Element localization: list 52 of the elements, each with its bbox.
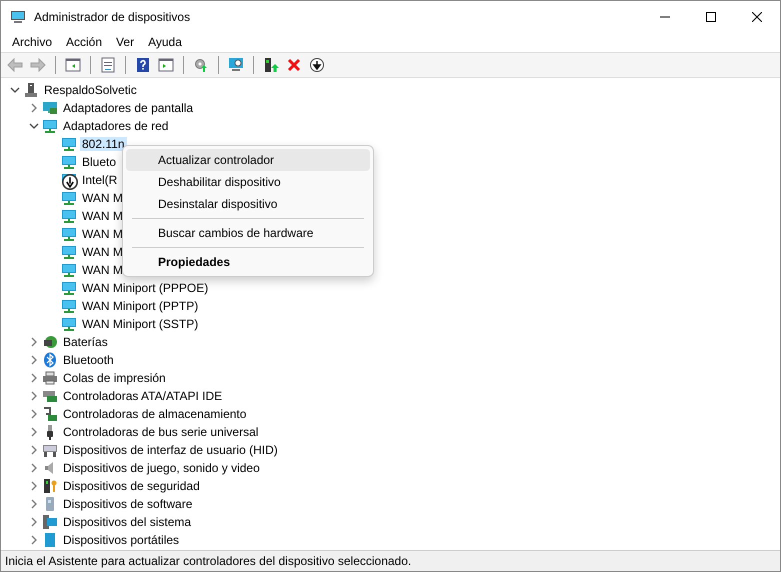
window-title: Administrador de dispositivos <box>34 10 192 24</box>
tree-item[interactable]: WAN M <box>80 191 125 205</box>
tree-item[interactable]: WAN Miniport (PPPOE) <box>80 281 210 295</box>
menu-item[interactable]: Propiedades <box>126 251 370 273</box>
tree-item[interactable]: Adaptadores de pantalla <box>61 101 196 115</box>
device-icon <box>42 352 58 368</box>
device-icon <box>42 406 58 422</box>
tree-item[interactable]: WAN M <box>80 245 125 259</box>
status-text: Inicia el Asistente para actualizar controladores del dispositivo seleccionado. <box>5 554 412 568</box>
tree-item[interactable]: Bluetooth <box>61 353 116 367</box>
app-icon <box>10 8 26 24</box>
tree-item[interactable]: Adaptadores de red <box>61 119 170 133</box>
menu-item[interactable]: Acción <box>59 35 110 49</box>
close-icon[interactable] <box>752 12 762 22</box>
device-icon <box>42 118 58 134</box>
tree-item[interactable]: Controladoras de bus serie universal <box>61 425 260 439</box>
tree-item[interactable]: WAN M <box>80 209 125 223</box>
menu-item[interactable]: Actualizar controlador <box>126 149 370 171</box>
device-icon <box>42 478 58 494</box>
tree-item[interactable]: Dispositivos del sistema <box>61 515 194 529</box>
menu-item[interactable]: Desinstalar dispositivo <box>126 193 370 215</box>
disable-icon[interactable] <box>307 55 327 75</box>
tree-item[interactable]: Colas de impresión <box>61 371 168 385</box>
tree-item[interactable]: Dispositivos de juego, sonido y video <box>61 461 262 475</box>
menu-item[interactable]: Ayuda <box>141 35 189 49</box>
device-icon <box>42 532 58 548</box>
tree-item[interactable]: WAN Miniport (SSTP) <box>80 317 200 331</box>
menu-item[interactable]: Deshabilitar dispositivo <box>126 171 370 193</box>
tree-item[interactable]: Dispositivos de interfaz de usuario (HID) <box>61 443 280 457</box>
tree-item[interactable]: Dispositivos de seguridad <box>61 479 202 493</box>
menu-item[interactable]: Ver <box>109 35 142 49</box>
tree-item[interactable]: Dispositivos portátiles <box>61 533 182 547</box>
tree-item[interactable]: Controladoras de almacenamiento <box>61 407 248 421</box>
computer-icon <box>23 82 39 98</box>
tree-item[interactable]: 802.11n <box>80 137 126 151</box>
device-icon <box>42 100 58 116</box>
tree-item[interactable]: WAN M <box>80 227 125 241</box>
tree-item[interactable]: WAN M <box>80 263 125 277</box>
device-icon <box>42 442 58 458</box>
device-icon <box>42 514 58 530</box>
tree-item[interactable]: RespaldoSolvetic <box>42 83 139 97</box>
maximize-icon[interactable] <box>706 12 716 22</box>
menu-item[interactable]: Archivo <box>5 35 60 49</box>
tree-item[interactable]: Dispositivos de software <box>61 497 194 511</box>
tree-item[interactable]: Blueto <box>80 155 118 169</box>
tree-item[interactable]: WAN Miniport (PPTP) <box>80 299 200 313</box>
device-icon <box>42 370 58 386</box>
menu-item[interactable]: Buscar cambios de hardware <box>126 222 370 244</box>
device-icon <box>42 334 58 350</box>
tree-item[interactable]: Baterías <box>61 335 110 349</box>
device-icon <box>42 388 58 404</box>
tree-item[interactable]: Controladoras ATA/ATAPI IDE <box>61 389 224 403</box>
